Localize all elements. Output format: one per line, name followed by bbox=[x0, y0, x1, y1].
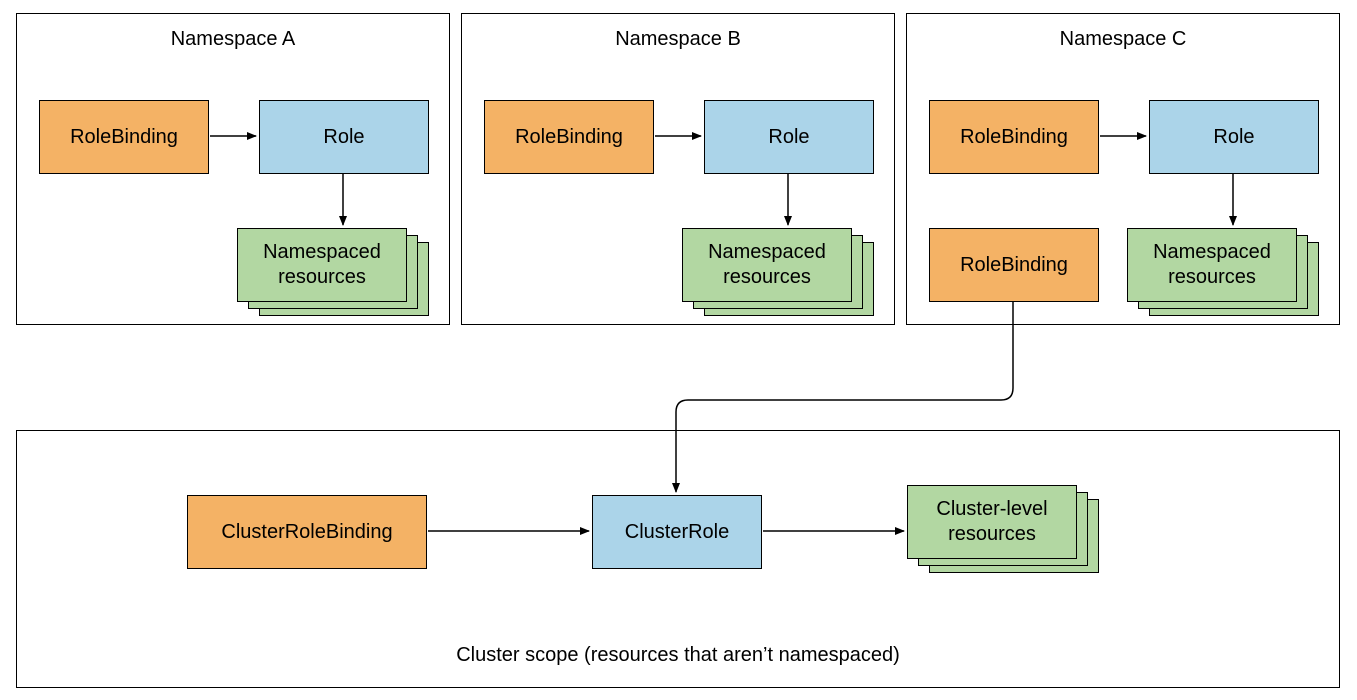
role-b: Role bbox=[704, 100, 874, 174]
cluster-resources-stack: Cluster-level resources bbox=[907, 485, 1099, 577]
namespace-b-title: Namespace B bbox=[462, 28, 894, 51]
clusterrolebinding: ClusterRoleBinding bbox=[187, 495, 427, 569]
resources-c: Namespaced resources bbox=[1127, 228, 1297, 302]
namespace-b-box: Namespace B RoleBinding Role Namespaced … bbox=[461, 13, 895, 325]
resources-b-stack: Namespaced resources bbox=[682, 228, 874, 318]
rolebinding-c-2: RoleBinding bbox=[929, 228, 1099, 302]
role-c: Role bbox=[1149, 100, 1319, 174]
rolebinding-c: RoleBinding bbox=[929, 100, 1099, 174]
resources-a: Namespaced resources bbox=[237, 228, 407, 302]
resources-c-stack: Namespaced resources bbox=[1127, 228, 1319, 318]
namespace-c-box: Namespace C RoleBinding Role RoleBinding… bbox=[906, 13, 1340, 325]
rolebinding-b: RoleBinding bbox=[484, 100, 654, 174]
resources-b: Namespaced resources bbox=[682, 228, 852, 302]
cluster-scope-box: ClusterRoleBinding ClusterRole Cluster-l… bbox=[16, 430, 1340, 688]
clusterrole: ClusterRole bbox=[592, 495, 762, 569]
namespace-a-box: Namespace A RoleBinding Role Namespaced … bbox=[16, 13, 450, 325]
namespace-a-title: Namespace A bbox=[17, 28, 449, 51]
rolebinding-a: RoleBinding bbox=[39, 100, 209, 174]
resources-a-stack: Namespaced resources bbox=[237, 228, 429, 318]
namespace-c-title: Namespace C bbox=[907, 28, 1339, 51]
cluster-caption: Cluster scope (resources that aren’t nam… bbox=[17, 644, 1339, 667]
cluster-resources: Cluster-level resources bbox=[907, 485, 1077, 559]
role-a: Role bbox=[259, 100, 429, 174]
